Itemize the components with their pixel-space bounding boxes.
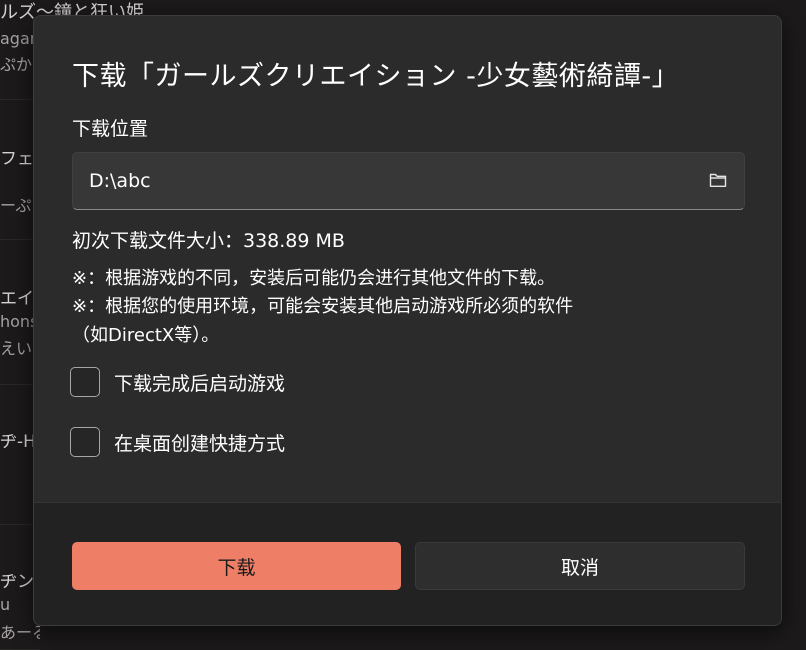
download-location-label: 下载位置 — [72, 118, 149, 140]
folder-icon[interactable] — [709, 172, 727, 188]
checkbox-label: 在桌面创建快捷方式 — [114, 432, 286, 455]
bg-item-line: エイ — [0, 289, 34, 309]
note-line: ※：根据游戏的不同，安装后可能仍会进行其他文件的下载。 — [72, 268, 556, 289]
note-line: （如DirectX等）。 — [72, 325, 220, 346]
bg-item-line: ーぷ — [0, 196, 32, 215]
download-dialog: 下载「ガールズクリエイション -少女藝術綺譚-」 下载位置 D:\abc 初次下… — [33, 15, 782, 626]
download-path-field[interactable]: D:\abc — [72, 152, 745, 210]
create-shortcut-option[interactable]: 在桌面创建快捷方式 — [70, 426, 285, 458]
cancel-button[interactable]: 取消 — [415, 542, 745, 590]
create-shortcut-checkbox[interactable] — [70, 427, 100, 457]
note-line: ※：根据您的使用环境，可能会安装其他启动游戏所必须的软件 — [72, 296, 574, 317]
dialog-title: 下载「ガールズクリエイション -少女藝術綺譚-」 — [72, 61, 680, 92]
dialog-footer: 下载 取消 — [34, 502, 781, 625]
launch-after-download-option[interactable]: 下载完成后启动游戏 — [70, 366, 285, 398]
download-path-value: D:\abc — [89, 170, 151, 192]
download-button[interactable]: 下载 — [72, 542, 401, 590]
download-size-text: 初次下载文件大小：338.89 MB — [72, 230, 345, 252]
checkbox-label: 下载完成后启动游戏 — [114, 372, 286, 395]
bg-item-line: u — [0, 595, 11, 614]
launch-after-download-checkbox[interactable] — [70, 367, 100, 397]
